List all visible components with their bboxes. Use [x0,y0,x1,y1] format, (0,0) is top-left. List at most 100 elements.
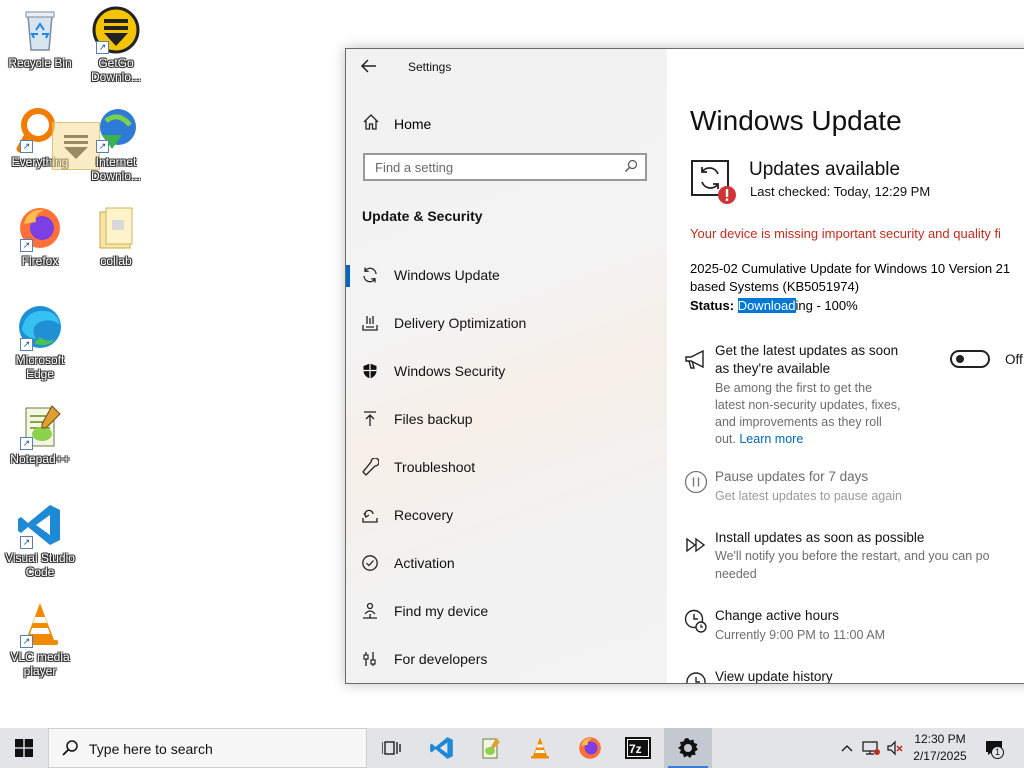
volume-muted-icon[interactable] [884,728,906,768]
svg-text:7z: 7z [629,742,642,756]
option-description: latest non-security updates, fixes, [715,398,901,412]
vscode-icon: ↗ [16,501,64,549]
desktop-icon-notepadpp[interactable]: ↗ Notepad++ [2,402,78,466]
settings-nav-pane: Settings Home Find a setting Update & Se… [346,49,667,683]
start-button[interactable] [0,728,48,768]
desktop-icon-label: Internet Downlo... [90,155,142,183]
desktop-icon-edge[interactable]: ↗ Microsoft Edge [2,303,78,381]
shortcut-arrow-icon: ↗ [96,140,109,153]
learn-more-link[interactable]: Learn more [739,432,803,446]
nav-item-files-backup[interactable]: Files backup [346,399,667,439]
option-description-text: out. [715,432,736,446]
desktop-icon-getgo[interactable]: ↗ GetGo Downlo... [78,6,154,84]
nav-home[interactable]: Home [362,113,431,134]
update-status-title: Updates available [749,159,901,180]
status-rest-text: ing - 100% [795,298,858,313]
internet-download-manager-icon: ↗ [92,105,140,153]
nav-item-label: Activation [394,555,455,571]
nav-item-label: Find my device [394,603,489,619]
option-description: Currently 9:00 PM to 11:00 AM [715,628,885,642]
folder-icon [92,204,140,252]
taskbar-search-box[interactable]: Type here to search [48,728,367,768]
nav-item-label: For developers [394,651,488,667]
shortcut-arrow-icon: ↗ [20,437,33,450]
clock-date: 2/17/2025 [913,749,967,763]
desktop-icon-collab[interactable]: collab [78,204,154,268]
toggle-knob [956,355,964,363]
nav-home-label: Home [394,115,432,132]
search-icon [61,739,79,757]
task-view-icon [382,741,401,755]
nav-item-label: Files backup [394,411,473,427]
desktop-icon-label: Recycle Bin [8,56,72,70]
taskbar-7zip[interactable]: 7z [614,728,662,768]
page-title: Windows Update [690,105,902,136]
option-title: Pause updates for 7 days [715,469,869,484]
latest-updates-toggle[interactable] [950,350,990,368]
desktop-icon-vscode[interactable]: ↗ Visual Studio Code [2,501,78,579]
person-pin-icon [360,601,380,621]
vlc-icon [531,737,549,759]
option-title: Install updates as soon as possible [715,530,925,545]
notepadpp-icon [482,738,500,759]
update-content-pane: Windows Update Updates available Last ch… [667,49,1024,683]
nav-item-recovery[interactable]: Recovery [346,495,667,535]
status-label: Status: [690,298,735,313]
firefox-icon [579,737,601,759]
desktop-icon-label: Notepad++ [10,452,70,466]
nav-item-windows-security[interactable]: Windows Security [346,351,667,391]
active-indicator [346,265,350,287]
taskbar-vscode[interactable] [418,728,466,768]
back-arrow-icon[interactable] [360,57,380,77]
taskbar-firefox[interactable] [566,728,614,768]
desktop-icon-vlc[interactable]: ↗ VLC media player [2,600,78,678]
option-description: Get latest updates to pause again [715,489,902,503]
clock-time: 12:30 PM [914,732,966,746]
desktop-icon-recycle-bin[interactable]: Recycle Bin [2,6,78,70]
missing-updates-warning: Your device is missing important securit… [690,226,1001,241]
desktop-icon-label: collab [100,254,132,268]
desktop-icon-firefox[interactable]: ↗ Firefox [2,204,78,268]
notification-center-button[interactable]: 1 [978,728,1010,768]
nav-item-delivery-optimization[interactable]: Delivery Optimization [346,303,667,343]
shield-icon [360,361,380,381]
nav-item-for-developers[interactable]: For developers [346,639,667,679]
vscode-icon [430,737,453,759]
shortcut-arrow-icon: ↗ [96,41,109,54]
notification-icon: 1 [984,739,1004,759]
update-name-line-2: based Systems (KB5051974) [690,279,860,294]
nav-item-find-my-device[interactable]: Find my device [346,591,667,631]
desktop-icon-label: GetGo Downlo... [90,56,142,84]
wrench-icon [360,457,380,477]
pause-icon [683,469,709,495]
desktop-icon-label: Microsoft Edge [15,353,65,381]
option-description: Be among the first to get the [715,381,873,395]
shortcut-arrow-icon: ↗ [20,140,33,153]
check-circle-icon [360,553,380,573]
option-description: We'll notify you before the restart, and… [715,549,990,563]
sliders-icon [360,649,380,669]
nav-item-label: Windows Update [394,267,500,283]
nav-item-troubleshoot[interactable]: Troubleshoot [346,447,667,487]
shortcut-arrow-icon: ↗ [20,536,33,549]
network-icon[interactable] [860,728,882,768]
taskbar: Type here to search 7z 12:30 PM 2/17/202… [0,728,1024,768]
nav-item-activation[interactable]: Activation [346,543,667,583]
option-description: and improvements as they roll [715,415,882,429]
desktop-icon-label: VLC media player [10,650,70,678]
status-selected-text: Download [737,298,796,313]
notification-count: 1 [991,746,1004,759]
desktop-icon-label: Visual Studio Code [5,551,75,579]
settings-search-input[interactable]: Find a setting [363,153,647,181]
recycle-bin-icon [16,6,64,54]
nav-item-windows-update[interactable]: Windows Update [346,255,667,295]
show-hidden-icons-chevron-icon[interactable] [838,728,856,768]
taskbar-notepadpp[interactable] [466,728,514,768]
taskbar-vlc[interactable] [516,728,564,768]
desktop-icon-internet-download[interactable]: ↗ Internet Downlo... [78,105,154,183]
taskbar-settings[interactable] [664,728,712,768]
task-view-button[interactable] [368,728,416,768]
recovery-icon [360,505,380,525]
edge-icon: ↗ [16,303,64,351]
taskbar-clock[interactable]: 12:30 PM 2/17/2025 [904,731,976,765]
